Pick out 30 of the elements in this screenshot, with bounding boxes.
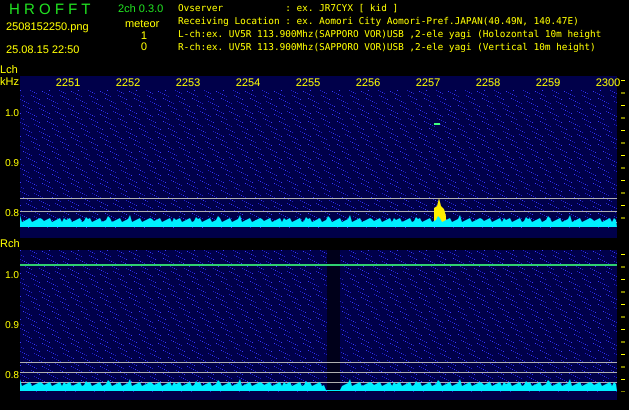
date-time: 25.08.15 22:50 xyxy=(5,44,80,57)
axis-label: 0.9 xyxy=(4,156,20,170)
count-value: 1 xyxy=(140,31,148,42)
time-label: 2257 xyxy=(414,76,442,90)
time-label: 2254 xyxy=(234,76,262,90)
unit-label: kHz xyxy=(0,76,20,88)
time-label: 2258 xyxy=(474,76,502,90)
station-info: R-ch:ex. UV5R 113.900Mhz(SAPPORO VOR)USB ,2-ele yagi (Vertical 10m height) xyxy=(178,42,597,54)
axis-label: 1.0 xyxy=(4,268,20,282)
version-label: 2ch 0.3.0 xyxy=(118,3,164,16)
station-info: Ovserver : ex. JR7CYX [ kid ] xyxy=(178,3,400,15)
time-label: 2251 xyxy=(54,76,82,90)
file-name: 2508152250.png xyxy=(5,21,90,34)
time-label: 2256 xyxy=(354,76,382,90)
time-label: 2259 xyxy=(534,76,562,90)
axis-label: 0.9 xyxy=(4,318,20,332)
time-label: 2300 xyxy=(594,76,622,90)
count-value: 0 xyxy=(140,42,148,53)
station-info: Receiving Location : ex. Aomori City Aomori-Pref.JAPAN(40.49N, 140.47E) xyxy=(178,16,580,28)
axis-label: 0.8 xyxy=(4,368,20,382)
time-label: 2255 xyxy=(294,76,322,90)
channel-label: Rch xyxy=(0,238,20,250)
app-title: H R O F F T xyxy=(8,2,92,18)
time-label: 2252 xyxy=(114,76,142,90)
channel-label: Lch xyxy=(0,64,19,76)
time-label: 2253 xyxy=(174,76,202,90)
axis-label: 1.0 xyxy=(4,106,20,120)
station-info: L-ch:ex. UV5R 113.900Mhz(SAPPORO VOR)USB ,2-ele yagi (Holozontal 10m height xyxy=(178,29,602,41)
axis-label: 0.8 xyxy=(4,206,20,220)
counter-label: meteor xyxy=(124,18,160,31)
